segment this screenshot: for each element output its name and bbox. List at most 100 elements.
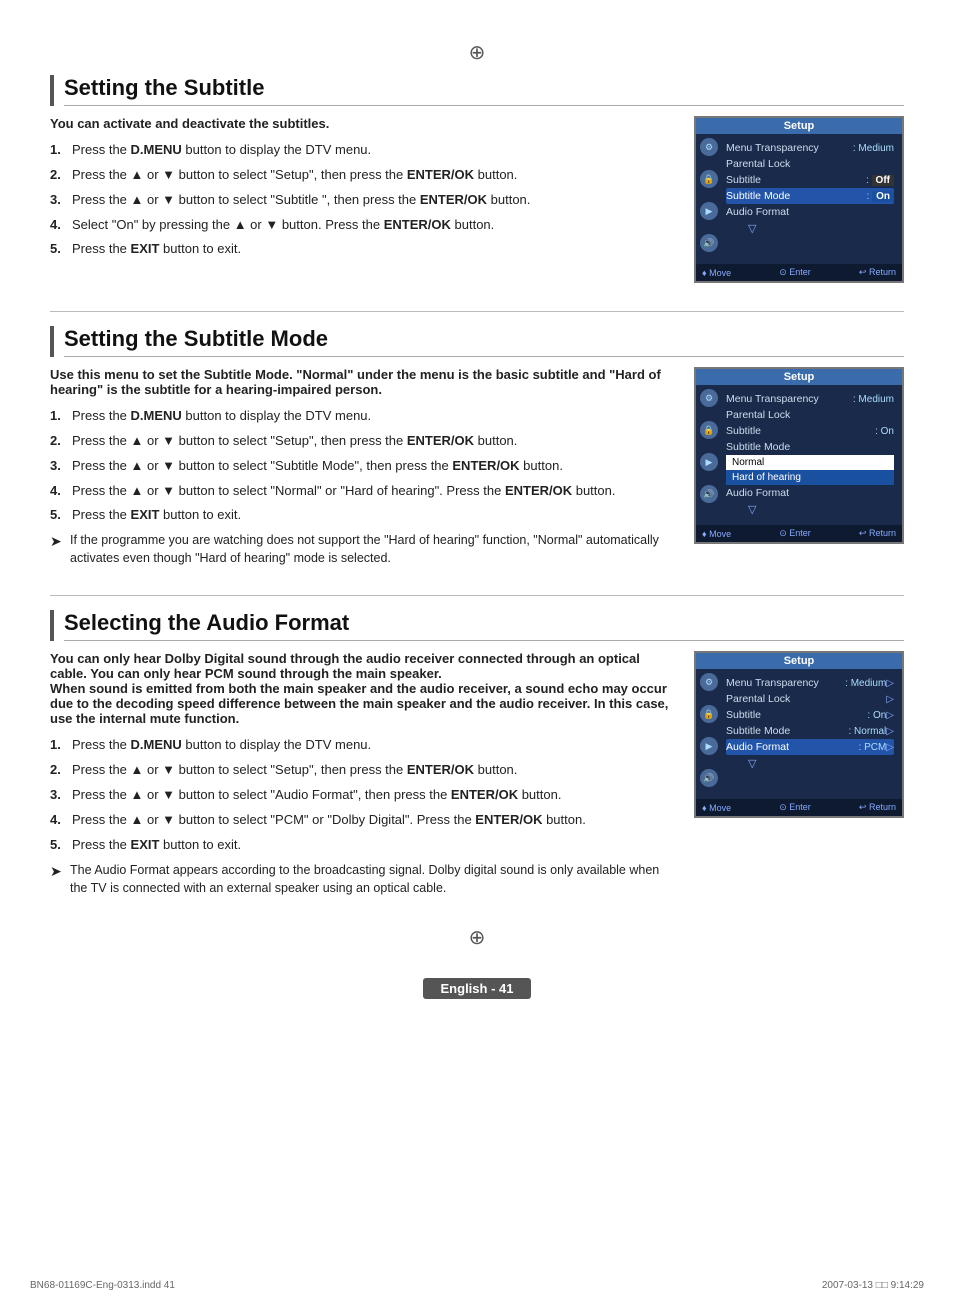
tv-body-2: ⚙ 🔒 ▶ 🔊 Menu Transparency : Medium Paren… <box>696 385 902 525</box>
step-num: 2. <box>50 432 66 451</box>
step-item: 2. Press the ▲ or ▼ button to select "Se… <box>50 761 674 780</box>
tv-dropdown-hard: Hard of hearing <box>726 470 894 485</box>
tv-menu-row: Menu Transparency : Medium <box>726 391 894 407</box>
tv-icon-a: ⚙ <box>700 389 718 407</box>
doc-footer: BN68-01169C-Eng-0313.indd 41 2007-03-13 … <box>0 1280 954 1291</box>
tv-footer: ♦ Move ⊙ Enter ↩ Return <box>696 264 902 281</box>
tv-menu-3: Menu Transparency : Medium ▷ Parental Lo… <box>726 675 894 772</box>
section-audio-format-title: Selecting the Audio Format <box>64 610 904 641</box>
compass-bottom-icon: ⊕ <box>50 925 904 950</box>
tv-menu-row: Subtitle Mode <box>726 439 894 455</box>
tv-icon-h: 🔊 <box>700 769 718 787</box>
step-num: 3. <box>50 191 66 210</box>
section-subtitle-header: Setting the Subtitle <box>50 75 904 106</box>
tv-down-arrow-2: ▽ <box>748 501 894 518</box>
step-num: 1. <box>50 736 66 755</box>
section-subtitle-mode: Setting the Subtitle Mode Use this menu … <box>50 326 904 567</box>
step-item: 4. Select "On" by pressing the ▲ or ▼ bu… <box>50 216 674 235</box>
step-item: 2. Press the ▲ or ▼ button to select "Se… <box>50 166 674 185</box>
tv-icon-e: ⚙ <box>700 673 718 691</box>
step-item: 1. Press the D.MENU button to display th… <box>50 407 674 426</box>
step-num: 4. <box>50 811 66 830</box>
step-item: 4. Press the ▲ or ▼ button to select "PC… <box>50 811 674 830</box>
page: ⊕ Setting the Subtitle You can activate … <box>0 0 954 1033</box>
tv-menu-row: Subtitle Mode : Normal ▷ <box>726 723 894 739</box>
step-body: Press the ▲ or ▼ button to select "Norma… <box>72 482 674 501</box>
step-item: 1. Press the D.MENU button to display th… <box>50 736 674 755</box>
step-item: 3. Press the ▲ or ▼ button to select "Su… <box>50 457 674 476</box>
section-subtitle-mode-text: Use this menu to set the Subtitle Mode. … <box>50 367 674 567</box>
tv-body: ⚙ 🔒 ▶ 🔊 Menu Transparency : Medium Paren… <box>696 134 902 264</box>
tv-dropdown-container: Normal Hard of hearing <box>726 455 894 485</box>
section-subtitle-text: You can activate and deactivate the subt… <box>50 116 674 265</box>
tv-menu-row: Parental Lock <box>726 407 894 423</box>
tv-menu-row-highlighted: Subtitle Mode : On <box>726 188 894 204</box>
tv-icons: ⚙ 🔒 ▶ 🔊 <box>700 138 718 252</box>
step-item: 4. Press the ▲ or ▼ button to select "No… <box>50 482 674 501</box>
tv-menu: Menu Transparency : Medium Parental Lock… <box>726 140 894 237</box>
section-audio-format-content: You can only hear Dolby Digital sound th… <box>50 651 904 896</box>
divider-1 <box>50 311 904 312</box>
subtitle-mode-steps: 1. Press the D.MENU button to display th… <box>50 407 674 525</box>
audio-format-steps: 1. Press the D.MENU button to display th… <box>50 736 674 854</box>
note-item: ➤ If the programme you are watching does… <box>50 531 674 567</box>
tv-title-bar-2: Setup <box>696 369 902 385</box>
tv-title-bar: Setup <box>696 118 902 134</box>
note-audio-format: ➤ The Audio Format appears according to … <box>50 861 674 897</box>
tv-down-arrow-3: ▽ <box>748 755 894 772</box>
step-body: Press the ▲ or ▼ button to select "Audio… <box>72 786 674 805</box>
note-audio-text: The Audio Format appears according to th… <box>70 861 674 897</box>
step-item: 1. Press the D.MENU button to display th… <box>50 141 674 160</box>
step-body: Press the EXIT button to exit. <box>72 836 674 855</box>
tv-menu-row-audio-highlighted: Audio Format : PCM ▷ <box>726 739 894 755</box>
step-num: 2. <box>50 166 66 185</box>
section-subtitle-mode-content: Use this menu to set the Subtitle Mode. … <box>50 367 904 567</box>
step-num: 3. <box>50 786 66 805</box>
tv-footer-3: ♦ Move ⊙ Enter ↩ Return <box>696 799 902 816</box>
step-num: 4. <box>50 482 66 501</box>
page-footer: English - 41 <box>50 974 904 1003</box>
tv-menu-2: Menu Transparency : Medium Parental Lock… <box>726 391 894 518</box>
step-item: 5. Press the EXIT button to exit. <box>50 836 674 855</box>
step-body: Press the D.MENU button to display the D… <box>72 407 674 426</box>
subtitle-mode-intro: Use this menu to set the Subtitle Mode. … <box>50 367 674 397</box>
step-body: Press the D.MENU button to display the D… <box>72 141 674 160</box>
step-num: 5. <box>50 506 66 525</box>
tv-screen-subtitle: Setup ⚙ 🔒 ▶ 🔊 Menu Transparency : Medium <box>694 116 904 283</box>
step-body: Press the ▲ or ▼ button to select "Setup… <box>72 761 674 780</box>
page-label: English - 41 <box>423 978 532 999</box>
tv-icon-3: ▶ <box>700 202 718 220</box>
subtitle-steps: 1. Press the D.MENU button to display th… <box>50 141 674 259</box>
step-body: Press the ▲ or ▼ button to select "Subti… <box>72 191 674 210</box>
tv-menu-row: Parental Lock <box>726 156 894 172</box>
tv-menu-row: Audio Format <box>726 485 894 501</box>
step-item: 3. Press the ▲ or ▼ button to select "Su… <box>50 191 674 210</box>
step-body: Press the EXIT button to exit. <box>72 240 674 259</box>
tv-icon-1: ⚙ <box>700 138 718 156</box>
step-num: 5. <box>50 240 66 259</box>
step-body: Press the ▲ or ▼ button to select "PCM" … <box>72 811 674 830</box>
tv-title-bar-3: Setup <box>696 653 902 669</box>
step-item: 5. Press the EXIT button to exit. <box>50 506 674 525</box>
doc-footer-left: BN68-01169C-Eng-0313.indd 41 <box>30 1280 175 1291</box>
step-item: 5. Press the EXIT button to exit. <box>50 240 674 259</box>
tv-footer-2: ♦ Move ⊙ Enter ↩ Return <box>696 525 902 542</box>
section-subtitle-content: You can activate and deactivate the subt… <box>50 116 904 283</box>
tv-menu-row: Audio Format <box>726 204 894 220</box>
tv-icon-c: ▶ <box>700 453 718 471</box>
tv-menu-row: Subtitle : On <box>726 423 894 439</box>
section-audio-format: Selecting the Audio Format You can only … <box>50 610 904 896</box>
tv-menu-row: Subtitle : Off <box>726 172 894 188</box>
tv-dropdown-normal: Normal <box>726 455 894 470</box>
step-item: 2. Press the ▲ or ▼ button to select "Se… <box>50 432 674 451</box>
tv-icon-2: 🔒 <box>700 170 718 188</box>
tv-body-3: ⚙ 🔒 ▶ 🔊 Menu Transparency : Medium ▷ Par… <box>696 669 902 799</box>
tv-icons-2: ⚙ 🔒 ▶ 🔊 <box>700 389 718 503</box>
section-subtitle: Setting the Subtitle You can activate an… <box>50 75 904 283</box>
step-item: 3. Press the ▲ or ▼ button to select "Au… <box>50 786 674 805</box>
tv-screen-subtitle-mode: Setup ⚙ 🔒 ▶ 🔊 Menu Transparency : Medium <box>694 367 904 544</box>
tv-icon-b: 🔒 <box>700 421 718 439</box>
step-num: 1. <box>50 407 66 426</box>
step-body: Select "On" by pressing the ▲ or ▼ butto… <box>72 216 674 235</box>
tv-down-arrow: ▽ <box>748 220 894 237</box>
